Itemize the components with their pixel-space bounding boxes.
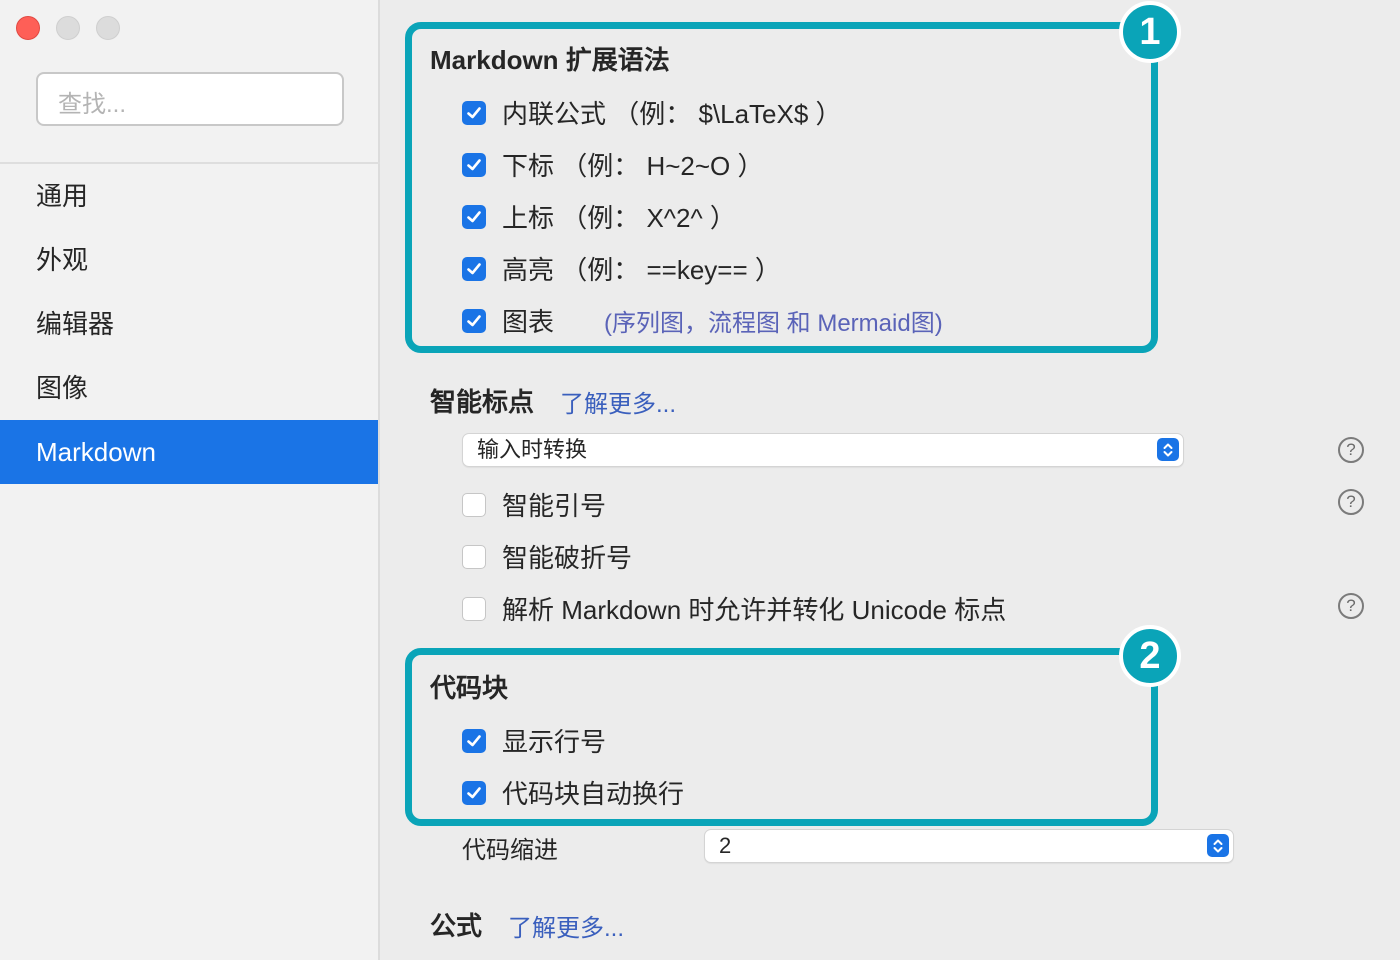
help-icon[interactable]: ? [1338, 593, 1364, 619]
window-controls [16, 16, 120, 40]
zoom-window-button[interactable] [96, 16, 120, 40]
code-indent-label: 代码缩进 [462, 837, 558, 864]
smart-punct-learn-more-link[interactable]: 了解更多... [560, 384, 676, 419]
option-label: 解析 Markdown 时允许并转化 Unicode 标点 [502, 595, 1007, 625]
sidebar-item-editor[interactable]: 编辑器 [0, 292, 378, 356]
checkbox-unchecked-icon[interactable] [462, 492, 486, 517]
option-label: 智能破折号 [502, 543, 633, 573]
updown-chevron-icon [1157, 438, 1179, 461]
sidebar: 查找... 通用 外观 编辑器 图像 Markdown [0, 0, 380, 960]
checkbox-unchecked-icon[interactable] [462, 544, 486, 569]
close-window-button[interactable] [16, 16, 40, 40]
sidebar-item-image[interactable]: 图像 [0, 356, 378, 420]
math-learn-more-link[interactable]: 了解更多... [508, 908, 624, 943]
smart-punct-title: 智能标点 [430, 387, 535, 417]
sidebar-item-markdown[interactable]: Markdown [0, 420, 378, 484]
option-smart-quotes[interactable]: 智能引号 [462, 486, 606, 523]
option-label: 智能引号 [502, 491, 607, 521]
sidebar-item-appearance[interactable]: 外观 [0, 228, 378, 292]
help-icon[interactable]: ? [1338, 489, 1364, 515]
settings-panel: Markdown 扩展语法 内联公式 （例： $\LaTeX$ ） 下标 （例：… [382, 0, 1400, 960]
select-value: 2 [719, 833, 732, 858]
sidebar-nav: 通用 外观 编辑器 图像 Markdown [0, 164, 378, 484]
annotation-badge-1: 1 [1119, 1, 1181, 63]
help-icon[interactable]: ? [1338, 437, 1364, 463]
option-unicode-punct[interactable]: 解析 Markdown 时允许并转化 Unicode 标点 [462, 590, 1006, 627]
sidebar-item-general[interactable]: 通用 [0, 164, 378, 228]
search-input[interactable]: 查找... [36, 72, 344, 126]
annotation-frame-1 [405, 22, 1158, 353]
select-value: 输入时转换 [477, 437, 588, 462]
updown-chevron-icon [1207, 834, 1229, 857]
annotation-frame-2 [405, 648, 1158, 826]
math-title: 公式 [430, 911, 483, 941]
smart-punct-mode-select[interactable]: 输入时转换 [462, 433, 1184, 467]
option-smart-dashes[interactable]: 智能破折号 [462, 538, 632, 575]
checkbox-unchecked-icon[interactable] [462, 596, 486, 621]
code-indent-select[interactable]: 2 [704, 829, 1234, 863]
annotation-badge-2: 2 [1119, 625, 1181, 687]
minimize-window-button[interactable] [56, 16, 80, 40]
